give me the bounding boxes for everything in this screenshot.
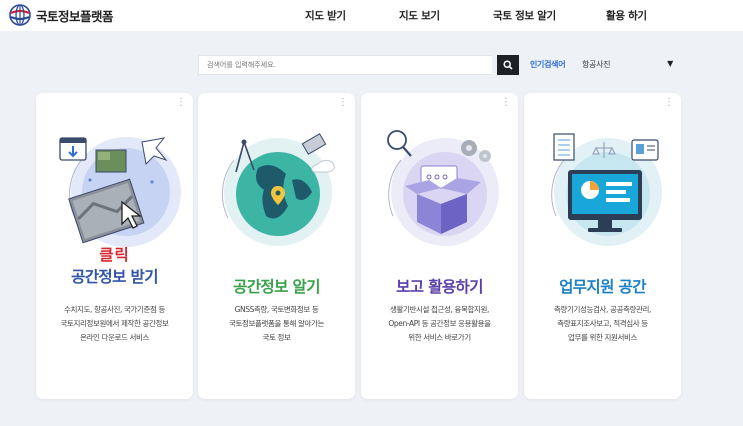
card-description: 수치지도, 항공사진, 국가기준점 등 국토지리정보원에서 제작한 공간정보 온… — [40, 303, 189, 345]
desc-line: 업무를 위한 지원서비스 — [568, 333, 637, 342]
popular-search-select[interactable]: 항공사진 ▼ — [582, 56, 678, 73]
more-options-icon[interactable]: ⋮ — [176, 98, 186, 108]
desc-line: 국토정보플랫폼을 통해 알아가는 — [229, 319, 324, 328]
card-work-support[interactable]: ⋮ 업무지원 공간 측량기기성능검사, 공공측량관리, 측량표지조사보고, 적격… — [524, 93, 681, 399]
more-options-icon[interactable]: ⋮ — [501, 98, 511, 108]
search-icon — [503, 60, 513, 70]
header: 국토정보플랫폼 지도 받기 지도 보기 국토 정보 알기 활용 하기 — [0, 0, 743, 31]
nav-item-land-info[interactable]: 국토 정보 알기 — [493, 8, 556, 23]
globe-illustration — [221, 133, 335, 246]
card-spatial-download[interactable]: ⋮ 클릭 공간정보 받기 수치지도, 항공사진, 국가기준점 등 국토지리정보원… — [36, 93, 193, 399]
popular-search-label: 인기검색어 — [530, 60, 566, 69]
box-illustration — [387, 130, 499, 246]
desc-line: 측량표지조사보고, 적격심사 등 — [557, 319, 648, 328]
desc-line: GNSS측량, 국토변화정보 등 — [234, 305, 319, 314]
monitor-illustration — [551, 133, 662, 246]
popular-search-value: 항공사진 — [582, 60, 611, 69]
more-options-icon[interactable]: ⋮ — [338, 98, 348, 108]
nav-item-map-download[interactable]: 지도 받기 — [305, 8, 346, 23]
desc-line: 국토지리정보원에서 제작한 공간정보 — [60, 319, 169, 328]
search-input[interactable] — [198, 55, 492, 75]
desc-line: 국토 정보 — [262, 333, 291, 342]
card-spatial-know[interactable]: ⋮ 공간정보 알기 GNSS측량, 국토변화정보 등 국토정보플랫폼을 통해 알… — [198, 93, 355, 399]
card-title: 보고 활용하기 — [396, 278, 483, 296]
search-button[interactable] — [497, 55, 519, 75]
desc-line: 측량기기성능검사, 공공측량관리, — [554, 305, 651, 314]
card-description: 생활기반시설 접근성, 융복합지원, Open-API 등 공간정보 응용활용을… — [365, 303, 514, 345]
nav-item-map-view[interactable]: 지도 보기 — [399, 8, 440, 23]
more-options-icon[interactable]: ⋮ — [664, 98, 674, 108]
desc-line: 온라인 다운로드 서비스 — [80, 333, 149, 342]
desc-line: 생활기반시설 접근성, 융복합지원, — [390, 305, 489, 314]
desc-line: 위한 서비스 바로가기 — [408, 333, 471, 342]
card-description: 측량기기성능검사, 공공측량관리, 측량표지조사보고, 적격심사 등 업무를 위… — [528, 303, 677, 345]
main-nav: 지도 받기 지도 보기 국토 정보 알기 활용 하기 — [0, 8, 743, 24]
map-download-illustration — [59, 137, 181, 247]
card-description: GNSS측량, 국토변화정보 등 국토정보플랫폼을 통해 알아가는 국토 정보 — [202, 303, 351, 345]
card-view-utilize[interactable]: ⋮ 보고 활용하기 생활기반시설 접근성, 융복합지원, Open-API 등 … — [361, 93, 518, 399]
desc-line: Open-API 등 공간정보 응용활용을 — [388, 319, 491, 328]
click-label: 클릭 — [99, 246, 130, 264]
card-title: 공간정보 알기 — [233, 278, 320, 296]
card-title: 공간정보 받기 — [71, 268, 158, 286]
desc-line: 수치지도, 항공사진, 국가기준점 등 — [64, 305, 165, 314]
nav-item-utilize[interactable]: 활용 하기 — [606, 8, 647, 23]
caret-down-icon: ▼ — [667, 59, 673, 68]
card-title: 업무지원 공간 — [559, 278, 646, 296]
